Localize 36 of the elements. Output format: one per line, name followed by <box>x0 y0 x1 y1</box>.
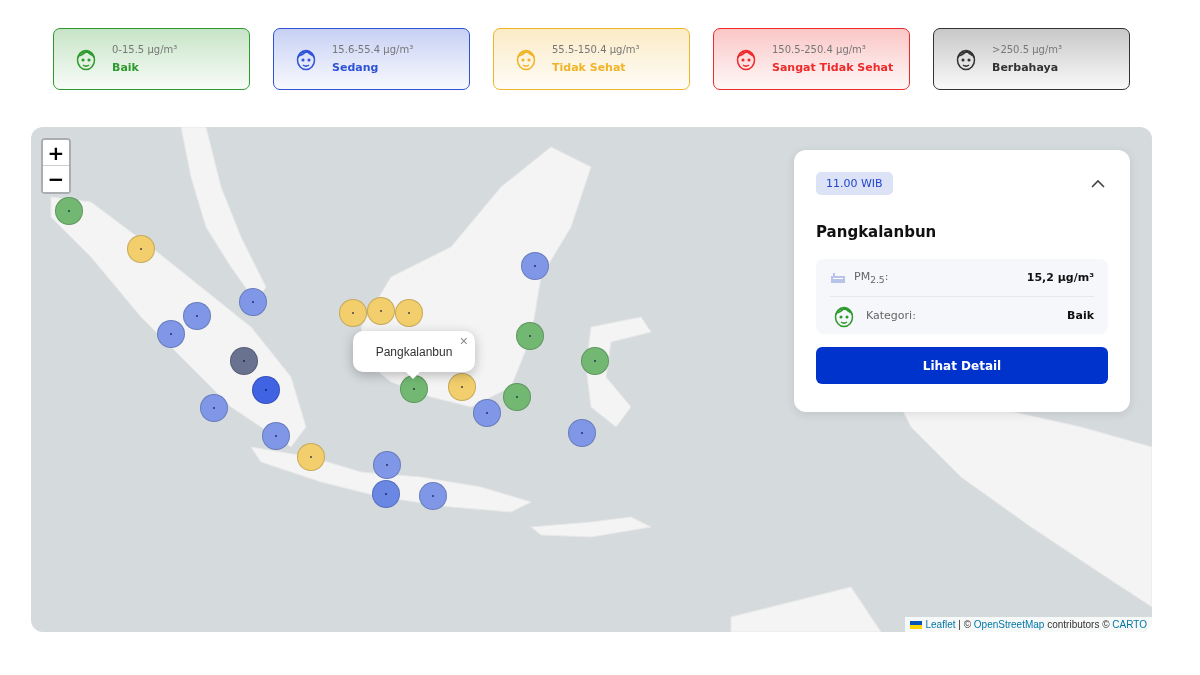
station-marker[interactable] <box>503 383 531 411</box>
legend-range: 55.5-150.4 µg/m³ <box>552 44 640 55</box>
legend-range: 15.6-55.4 µg/m³ <box>332 44 414 55</box>
legend-range: 0-15.5 µg/m³ <box>112 44 178 55</box>
legend-label: Sangat Tidak Sehat <box>772 61 894 74</box>
detail-button[interactable]: Lihat Detail <box>816 347 1108 384</box>
attribution-link[interactable]: Leaflet <box>925 619 956 630</box>
attribution-link[interactable]: CARTO <box>1112 619 1147 630</box>
station-marker[interactable] <box>200 394 228 422</box>
legend-range: 150.5-250.4 µg/m³ <box>772 44 867 55</box>
zoom-in-button[interactable]: + <box>43 140 69 166</box>
legend-label: Berbahaya <box>992 61 1060 74</box>
station-marker[interactable] <box>568 419 596 447</box>
legend-range: >250.5 µg/m³ <box>992 44 1062 55</box>
reading-label: Kategori: <box>866 309 916 322</box>
attribution-link[interactable]: OpenStreetMap <box>973 619 1045 630</box>
station-marker[interactable] <box>473 399 501 427</box>
station-marker[interactable] <box>373 451 401 479</box>
close-button[interactable]: × <box>457 333 470 349</box>
station-marker[interactable] <box>581 347 609 375</box>
popup-title: Pangkalanbun <box>375 344 453 359</box>
map-attribution: Leaflet | © OpenStreetMap contributors © CARTO <box>925 619 1147 630</box>
station-name: Pangkalanbun <box>816 223 938 241</box>
legend-label: Sedang <box>332 61 380 74</box>
reading-value: Baik <box>1067 309 1094 322</box>
map[interactable]: + − Pangkalanbun × 11.00 WIB Pangkalanbun PM$_{2.5}$: 15,2 µg/m³ Kategori: Baik Lihat Detail Leaflet | © OpenStreetMap contributors © CARTO <box>31 127 1152 632</box>
legend-label: Baik <box>112 61 140 74</box>
station-marker[interactable] <box>339 299 367 327</box>
factory-icon <box>830 271 846 284</box>
legend-label: Tidak Sehat <box>552 61 627 74</box>
flag-icon <box>910 620 923 629</box>
station-marker[interactable] <box>297 443 325 471</box>
reading-label: PM$_{2.5}$: <box>854 269 889 286</box>
station-marker[interactable] <box>239 288 267 316</box>
time-badge: 11.00 WIB <box>816 172 893 195</box>
reading-value: 15,2 µg/m³ <box>1026 271 1094 284</box>
